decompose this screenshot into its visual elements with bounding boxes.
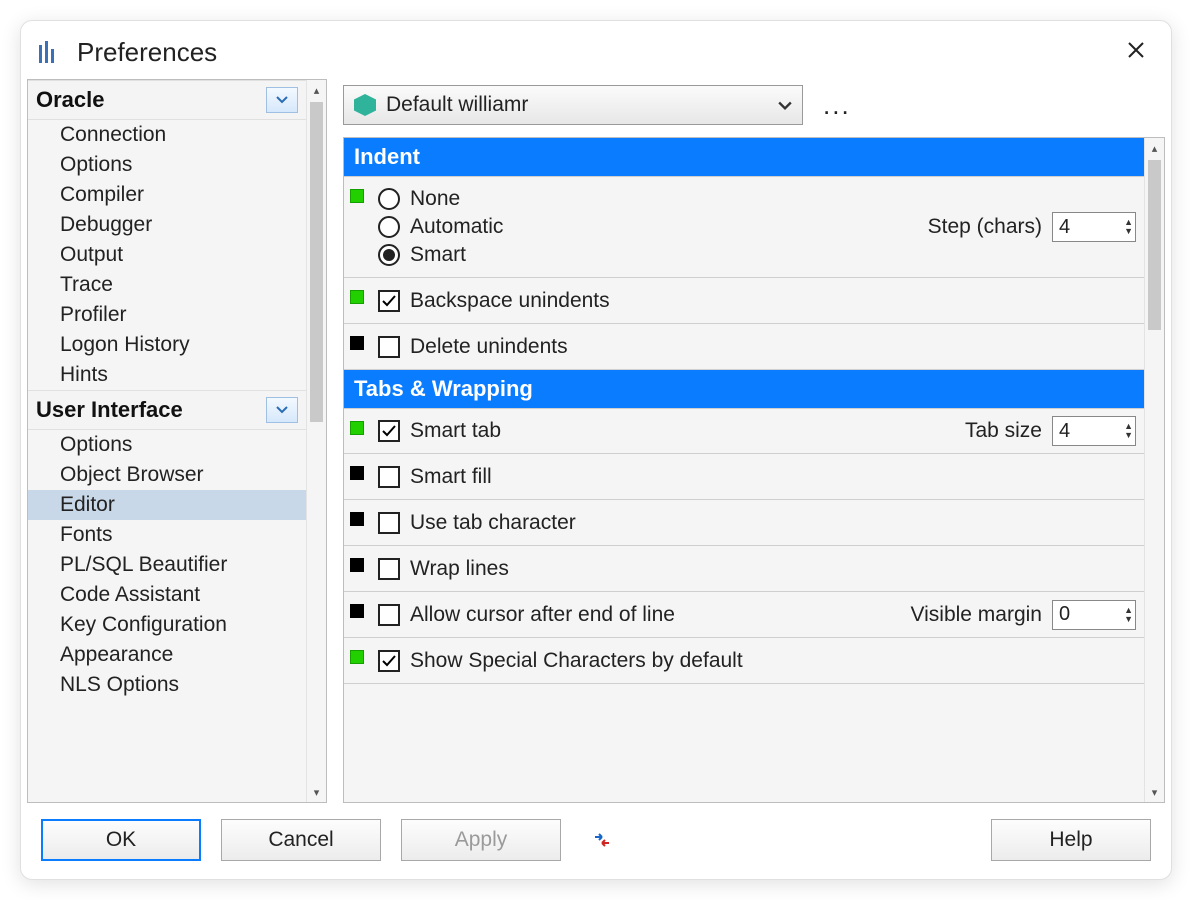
radio-icon — [378, 188, 400, 210]
titlebar: Preferences — [21, 21, 1171, 79]
smart-fill-checkbox[interactable] — [378, 466, 400, 488]
delete-unindents-checkbox[interactable] — [378, 336, 400, 358]
category-oracle-label: Oracle — [36, 87, 105, 113]
step-input[interactable]: 4 ▲▼ — [1052, 212, 1136, 242]
indent-smart-label: Smart — [410, 243, 466, 267]
close-icon[interactable] — [1121, 35, 1151, 69]
footer: OK Cancel Apply Help — [21, 803, 1171, 879]
sidebar-item-fonts[interactable]: Fonts — [28, 520, 306, 550]
sidebar-item-logon-history[interactable]: Logon History — [28, 330, 306, 360]
settings-scrollbar[interactable]: ▴ ▾ — [1144, 138, 1164, 802]
sidebar-item-nls-options[interactable]: NLS Options — [28, 670, 306, 700]
smart-fill-label: Smart fill — [410, 465, 492, 489]
change-marker — [350, 189, 364, 203]
radio-icon — [378, 216, 400, 238]
change-marker — [350, 604, 364, 618]
indent-radio-automatic[interactable]: Automatic — [378, 215, 928, 239]
spinner-icon[interactable]: ▲▼ — [1124, 422, 1133, 440]
radio-icon — [378, 244, 400, 266]
change-marker — [350, 512, 364, 526]
more-options-button[interactable]: ... — [819, 90, 855, 121]
scroll-thumb[interactable] — [1148, 160, 1161, 330]
indent-radio-smart[interactable]: Smart — [378, 243, 928, 267]
scroll-down-icon[interactable]: ▾ — [1145, 782, 1164, 802]
category-oracle[interactable]: Oracle — [28, 80, 306, 120]
indent-automatic-label: Automatic — [410, 215, 503, 239]
sidebar-item-output[interactable]: Output — [28, 240, 306, 270]
sidebar-item-appearance[interactable]: Appearance — [28, 640, 306, 670]
visible-margin-input[interactable]: 0 ▲▼ — [1052, 600, 1136, 630]
spinner-icon[interactable]: ▲▼ — [1124, 606, 1133, 624]
cube-icon — [354, 94, 376, 116]
change-marker — [350, 466, 364, 480]
category-user-interface[interactable]: User Interface — [28, 390, 306, 430]
section-tabs-wrapping: Tabs & Wrapping — [344, 370, 1144, 408]
show-special-chars-checkbox[interactable] — [378, 650, 400, 672]
visible-margin-label: Visible margin — [910, 603, 1042, 627]
help-button[interactable]: Help — [991, 819, 1151, 861]
ok-button[interactable]: OK — [41, 819, 201, 861]
change-marker — [350, 421, 364, 435]
sidebar-item-editor[interactable]: Editor — [28, 490, 306, 520]
tab-size-input[interactable]: 4 ▲▼ — [1052, 416, 1136, 446]
change-marker — [350, 650, 364, 664]
allow-cursor-eol-checkbox[interactable] — [378, 604, 400, 626]
sidebar-item-object-browser[interactable]: Object Browser — [28, 460, 306, 490]
step-label: Step (chars) — [928, 215, 1042, 239]
apply-button[interactable]: Apply — [401, 819, 561, 861]
tab-size-value: 4 — [1059, 420, 1070, 443]
sidebar-item-connection[interactable]: Connection — [28, 120, 306, 150]
chevron-down-icon[interactable] — [266, 87, 298, 113]
sidebar-item-hints[interactable]: Hints — [28, 360, 306, 390]
chevron-down-icon[interactable] — [266, 397, 298, 423]
section-indent: Indent — [344, 138, 1144, 176]
swap-icon[interactable] — [591, 829, 613, 851]
backspace-unindents-checkbox[interactable] — [378, 290, 400, 312]
allow-cursor-eol-label: Allow cursor after end of line — [410, 603, 675, 627]
sidebar-item-ui-options[interactable]: Options — [28, 430, 306, 460]
scroll-up-icon[interactable]: ▴ — [1145, 138, 1164, 158]
change-marker — [350, 336, 364, 350]
sidebar-item-trace[interactable]: Trace — [28, 270, 306, 300]
settings-panel: Indent None Automatic — [344, 138, 1144, 802]
app-icon — [39, 41, 65, 63]
profile-select-value: Default williamr — [386, 93, 528, 117]
show-special-chars-label: Show Special Characters by default — [410, 649, 743, 673]
sidebar-item-profiler[interactable]: Profiler — [28, 300, 306, 330]
sidebar: Oracle Connection Options Compiler Debug… — [27, 79, 327, 803]
tab-size-label: Tab size — [965, 419, 1042, 443]
sidebar-item-debugger[interactable]: Debugger — [28, 210, 306, 240]
wrap-lines-checkbox[interactable] — [378, 558, 400, 580]
wrap-lines-label: Wrap lines — [410, 557, 509, 581]
category-ui-label: User Interface — [36, 397, 183, 423]
spinner-icon[interactable]: ▲▼ — [1124, 218, 1133, 236]
profile-select[interactable]: Default williamr — [343, 85, 803, 125]
use-tab-char-checkbox[interactable] — [378, 512, 400, 534]
sidebar-scrollbar[interactable]: ▴ ▾ — [306, 80, 326, 802]
preferences-window: Preferences Oracle Connection Options Co… — [20, 20, 1172, 880]
smart-tab-label: Smart tab — [410, 419, 501, 443]
sidebar-item-key-configuration[interactable]: Key Configuration — [28, 610, 306, 640]
window-title: Preferences — [77, 37, 217, 68]
sidebar-item-code-assistant[interactable]: Code Assistant — [28, 580, 306, 610]
indent-none-label: None — [410, 187, 460, 211]
smart-tab-checkbox[interactable] — [378, 420, 400, 442]
step-value: 4 — [1059, 216, 1070, 239]
scroll-thumb[interactable] — [310, 102, 323, 422]
visible-margin-value: 0 — [1059, 603, 1070, 626]
change-marker — [350, 558, 364, 572]
sidebar-item-plsql-beautifier[interactable]: PL/SQL Beautifier — [28, 550, 306, 580]
sidebar-item-compiler[interactable]: Compiler — [28, 180, 306, 210]
change-marker — [350, 290, 364, 304]
scroll-down-icon[interactable]: ▾ — [307, 782, 326, 802]
backspace-unindents-label: Backspace unindents — [410, 289, 610, 313]
indent-radio-none[interactable]: None — [378, 187, 928, 211]
cancel-button[interactable]: Cancel — [221, 819, 381, 861]
delete-unindents-label: Delete unindents — [410, 335, 568, 359]
scroll-up-icon[interactable]: ▴ — [307, 80, 326, 100]
chevron-down-icon — [778, 93, 792, 117]
use-tab-char-label: Use tab character — [410, 511, 576, 535]
sidebar-item-options[interactable]: Options — [28, 150, 306, 180]
